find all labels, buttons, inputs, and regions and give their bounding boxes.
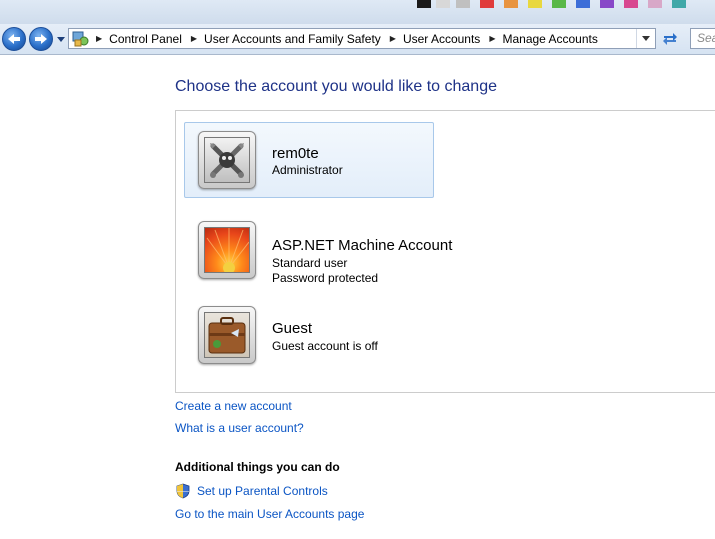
accounts-list: rem0te Administrator ASP.NET Machine Acc… [175,110,715,393]
avatar [198,306,256,364]
breadcrumb-control-panel[interactable]: Control Panel [109,32,182,46]
chevron-down-icon [57,36,65,42]
back-button[interactable] [2,27,26,51]
desktop-strip [0,0,715,24]
forward-button[interactable] [29,27,53,51]
account-type: Standard user [272,256,348,270]
additional-tasks-heading: Additional things you can do [175,460,340,474]
parental-controls-link[interactable]: Set up Parental Controls [197,484,328,498]
robot-tools-icon [210,143,244,178]
suitcase-picture [204,312,250,358]
chevron-down-icon [642,36,650,41]
avatar [198,221,256,279]
create-account-link[interactable]: Create a new account [175,399,292,413]
address-history-dropdown[interactable] [636,29,655,48]
refresh-icon [663,33,677,45]
search-input[interactable]: Search [690,28,715,49]
recent-pages-dropdown[interactable] [56,34,66,44]
breadcrumb-separator-icon[interactable]: ▶ [390,34,396,43]
account-name: ASP.NET Machine Account [272,237,453,254]
refresh-button[interactable] [659,29,681,49]
control-panel-icon [72,31,89,46]
breadcrumb-separator-icon[interactable]: ▶ [489,34,495,43]
avatar [198,131,256,189]
navigation-bar: ▶ Control Panel ▶ User Accounts and Fami… [0,24,715,55]
breadcrumb-separator-icon[interactable]: ▶ [191,34,197,43]
breadcrumb-separator-icon: ▶ [96,34,103,43]
suitcase-icon [208,317,246,354]
account-name: rem0te [272,145,319,162]
arrow-left-icon [8,34,20,44]
account-password-status: Password protected [272,271,379,285]
account-tile-aspnet[interactable]: ASP.NET Machine Account Standard user Pa… [184,208,452,285]
arrow-right-icon [35,34,47,44]
main-user-accounts-link[interactable]: Go to the main User Accounts page [175,507,364,521]
breadcrumb-user-accounts[interactable]: User Accounts [403,32,480,46]
orange-flower-picture [204,227,250,273]
uac-shield-icon [176,483,190,499]
robot-tools-picture [204,137,250,183]
breadcrumb-manage-accounts[interactable]: Manage Accounts [502,32,597,46]
account-tile-rem0te[interactable]: rem0te Administrator [184,122,434,198]
account-name: Guest [272,320,313,337]
what-is-user-account-link[interactable]: What is a user account? [175,421,304,435]
account-type: Administrator [272,163,343,177]
address-bar[interactable]: ▶ Control Panel ▶ User Accounts and Fami… [68,28,656,49]
account-tile-guest[interactable]: Guest Guest account is off [184,297,434,373]
flower-icon [206,228,249,272]
account-status: Guest account is off [272,339,378,353]
page-title: Choose the account you would like to cha… [175,78,497,95]
breadcrumb-user-accounts-family-safety[interactable]: User Accounts and Family Safety [204,32,381,46]
